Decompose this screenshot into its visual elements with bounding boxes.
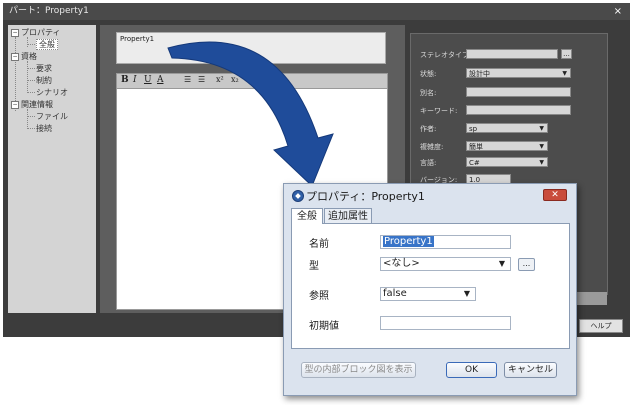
dialog-titlebar: プロパティ：Property1 ✕ (284, 184, 576, 206)
close-button[interactable]: ✕ (543, 189, 567, 201)
chevron-down-icon: ▼ (463, 289, 470, 298)
general-tab-panel: 名前 Property1 型 <なし> ▼ ... 参照 false ▼ 初期値 (291, 223, 570, 349)
show-block-diagram-button[interactable]: 型の内部ブロック図を表示 (301, 362, 416, 378)
reference-select[interactable]: false ▼ (380, 287, 476, 301)
tab-general[interactable]: 全般 (291, 208, 323, 224)
type-browse-button[interactable]: ... (518, 258, 535, 271)
name-field[interactable]: Property1 (380, 235, 511, 249)
name-label: 名前 (309, 239, 329, 250)
arrow-shape (167, 41, 334, 187)
dialog-title: プロパティ：Property1 (306, 190, 425, 203)
initial-value-label: 初期値 (309, 321, 339, 332)
type-select[interactable]: <なし> ▼ (380, 257, 511, 271)
property-icon (292, 190, 304, 202)
tab-additional-attributes[interactable]: 追加属性 (324, 208, 372, 223)
cancel-button[interactable]: キャンセル (504, 362, 557, 378)
type-label: 型 (309, 261, 319, 272)
initial-value-field[interactable] (380, 316, 511, 330)
chevron-down-icon: ▼ (498, 259, 505, 268)
ok-button[interactable]: OK (446, 362, 497, 378)
reference-label: 参照 (309, 291, 329, 302)
properties-dialog: プロパティ：Property1 ✕ 全般 追加属性 名前 Property1 型… (283, 183, 577, 396)
